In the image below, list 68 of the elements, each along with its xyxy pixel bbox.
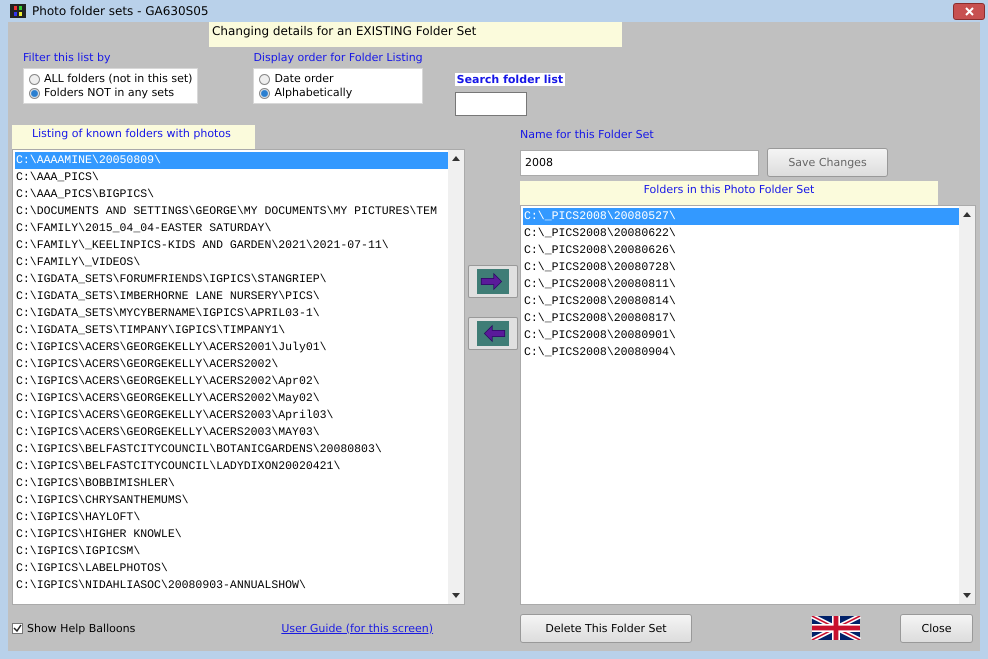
folder-list-item[interactable]: C:\_PICS2008\20080811\ bbox=[523, 276, 959, 293]
radio-button[interactable] bbox=[259, 74, 270, 84]
folder-list-item[interactable]: C:\IGDATA_SETS\MYCYBERNAME\IGPICS\APRIL03-1\ bbox=[15, 305, 448, 322]
folder-list-item[interactable]: C:\_PICS2008\20080814\ bbox=[523, 293, 959, 310]
checkbox[interactable] bbox=[12, 622, 23, 634]
folder-list-item[interactable]: C:\IGPICS\ACERS\GEORGEKELLY\ACERS2001\July01\ bbox=[15, 339, 448, 356]
scroll-up-icon[interactable] bbox=[963, 212, 971, 217]
mode-banner: Changing details for an EXISTING Folder Set bbox=[209, 22, 622, 47]
list-heading: Folders in this Photo Folder Set bbox=[520, 181, 938, 205]
scrollbar[interactable] bbox=[448, 150, 464, 604]
delete-folder-set-button[interactable]: Delete This Folder Set bbox=[520, 614, 692, 642]
search-field[interactable] bbox=[454, 92, 527, 116]
close-button[interactable]: Close bbox=[900, 614, 973, 642]
radio-label: Date order bbox=[274, 72, 334, 86]
film-strip-icon bbox=[10, 4, 26, 18]
folder-list-item[interactable]: C:\IGDATA_SETS\TIMPANY\IGPICS\TIMPANY1\ bbox=[15, 322, 448, 339]
radio-label: Alphabetically bbox=[274, 86, 352, 100]
remove-folder-button[interactable] bbox=[468, 317, 518, 350]
folder-list-item[interactable]: C:\FAMILY\_KEELINPICS-KIDS AND GARDEN\2021\2021-07-11\ bbox=[15, 237, 448, 254]
radio-button[interactable] bbox=[29, 74, 40, 84]
filter-label: Filter this list by bbox=[23, 51, 112, 64]
folder-list-item[interactable]: C:\IGPICS\ACERS\GEORGEKELLY\ACERS2002\May02\ bbox=[15, 390, 448, 407]
folder-list-item[interactable]: C:\IGPICS\HAYLOFT\ bbox=[15, 509, 448, 526]
folder-list-item[interactable]: C:\IGPICS\ACERS\GEORGEKELLY\ACERS2003\MAY03\ bbox=[15, 424, 448, 441]
folder-list-item[interactable]: C:\_PICS2008\20080904\ bbox=[523, 344, 959, 361]
scrollbar[interactable] bbox=[959, 206, 975, 604]
radio-label: ALL folders (not in this set) bbox=[44, 72, 192, 86]
folder-list-item[interactable]: C:\IGPICS\NIDAHLIASOC\20080903-ANNUALSHOW\ bbox=[15, 577, 448, 594]
folder-list-item[interactable]: C:\FAMILY\_VIDEOS\ bbox=[15, 254, 448, 271]
window-title: Photo folder sets - GA630S05 bbox=[32, 4, 210, 18]
folder-list-item[interactable]: C:\IGPICS\IGPICSM\ bbox=[15, 543, 448, 560]
radio-label: Folders NOT in any sets bbox=[44, 86, 174, 100]
radio-button[interactable] bbox=[259, 88, 270, 98]
folder-list-item[interactable]: C:\IGPICS\ACERS\GEORGEKELLY\ACERS2002\ bbox=[15, 356, 448, 373]
folder-list-item[interactable]: C:\IGPICS\BELFASTCITYCOUNCIL\BOTANICGARDENS\20080803\ bbox=[15, 441, 448, 458]
scroll-up-icon[interactable] bbox=[452, 156, 460, 161]
add-folder-button[interactable] bbox=[468, 265, 518, 298]
close-icon[interactable] bbox=[953, 2, 985, 20]
folder-list-item[interactable]: C:\IGDATA_SETS\IMBERHORNE LANE NURSERY\PICS\ bbox=[15, 288, 448, 305]
folder-list-item[interactable]: C:\AAA_PICS\BIGPICS\ bbox=[15, 186, 448, 203]
folder-list-item[interactable]: C:\_PICS2008\20080622\ bbox=[523, 225, 959, 242]
folder-list-item[interactable]: C:\IGPICS\HIGHER KNOWLE\ bbox=[15, 526, 448, 543]
folder-list-item[interactable]: C:\IGPICS\ACERS\GEORGEKELLY\ACERS2003\April03\ bbox=[15, 407, 448, 424]
scroll-down-icon[interactable] bbox=[963, 593, 971, 598]
folder-list-item[interactable]: C:\IGPICS\CHRYSANTHEMUMS\ bbox=[15, 492, 448, 509]
user-guide-link[interactable]: User Guide (for this screen) bbox=[281, 622, 434, 634]
set-name-label: Name for this Folder Set bbox=[520, 128, 655, 143]
checkbox-label: Show Help Balloons bbox=[27, 622, 136, 634]
search-label: Search folder list bbox=[454, 73, 566, 86]
save-changes-button[interactable]: Save Changes bbox=[767, 148, 888, 177]
flag-icon bbox=[810, 616, 862, 640]
folder-list-item[interactable]: C:\IGPICS\BELFASTCITYCOUNCIL\LADYDIXON20020421\ bbox=[15, 458, 448, 475]
folder-list-item[interactable]: C:\IGDATA_SETS\FORUMFRIENDS\IGPICS\STANGRIEP\ bbox=[15, 271, 448, 288]
folder-list-item[interactable]: C:\DOCUMENTS AND SETTINGS\GEORGE\MY DOCUMENTS\MY PICTURES\TEM bbox=[15, 203, 448, 220]
folder-list-item[interactable]: C:\_PICS2008\20080901\ bbox=[523, 327, 959, 344]
folder-list-item[interactable]: C:\AAA_PICS\ bbox=[15, 169, 448, 186]
order-label: Display order for Folder Listing bbox=[253, 51, 423, 64]
list-heading: Listing of known folders with photos bbox=[12, 125, 255, 149]
scroll-down-icon[interactable] bbox=[452, 593, 460, 598]
folder-list-item[interactable]: C:\_PICS2008\20080626\ bbox=[523, 242, 959, 259]
folder-list-item[interactable]: C:\FAMILY\2015_04_04-EASTER SATURDAY\ bbox=[15, 220, 448, 237]
folder-list-item[interactable]: C:\IGPICS\LABELPHOTOS\ bbox=[15, 560, 448, 577]
folder-list-item[interactable]: C:\IGPICS\ACERS\GEORGEKELLY\ACERS2002\Apr02\ bbox=[15, 373, 448, 390]
set-name-field[interactable]: 2008 bbox=[520, 150, 759, 176]
radio-button[interactable] bbox=[29, 88, 40, 98]
folder-list-item[interactable]: C:\IGPICS\BOBBIMISHLER\ bbox=[15, 475, 448, 492]
folder-list-item[interactable]: C:\_PICS2008\20080817\ bbox=[523, 310, 959, 327]
folder-list-item[interactable]: C:\_PICS2008\20080728\ bbox=[523, 259, 959, 276]
